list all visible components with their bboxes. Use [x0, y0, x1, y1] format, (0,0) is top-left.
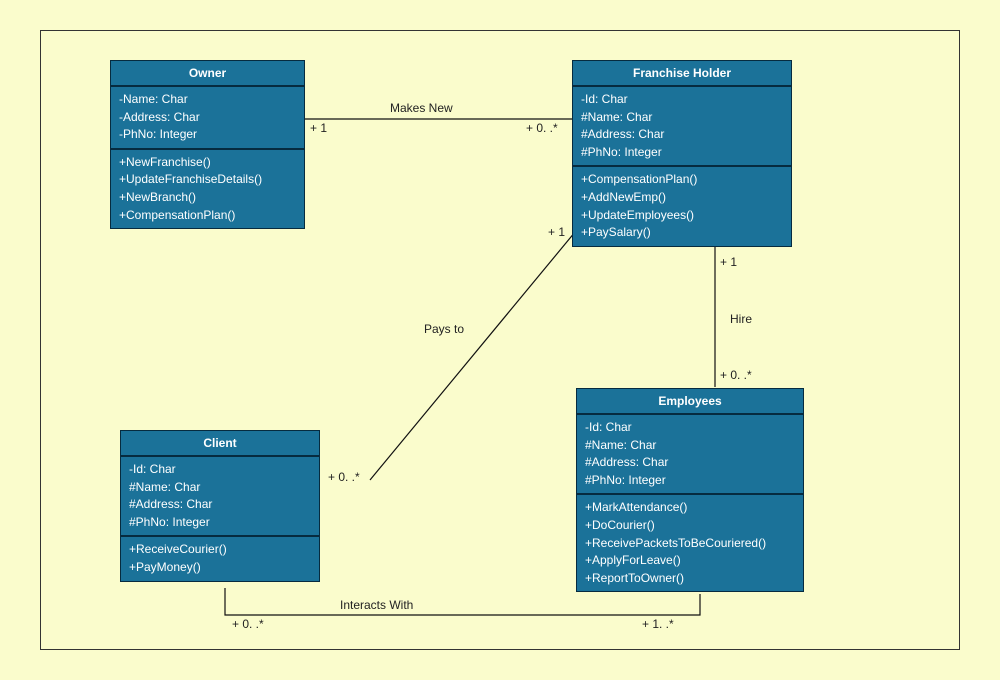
op: +DoCourier() — [585, 517, 795, 535]
attr: #PhNo: Integer — [581, 144, 783, 162]
class-owner-attrs: -Name: Char -Address: Char -PhNo: Intege… — [111, 87, 304, 150]
assoc-pays-to-m2: + 0. .* — [328, 470, 360, 484]
assoc-pays-to-m1: + 1 — [548, 225, 565, 239]
attr: -Id: Char — [581, 91, 783, 109]
assoc-pays-to-label: Pays to — [424, 322, 464, 336]
attr: #PhNo: Integer — [585, 472, 795, 490]
attr: -Id: Char — [585, 419, 795, 437]
class-employees-title: Employees — [577, 389, 803, 415]
class-owner[interactable]: Owner -Name: Char -Address: Char -PhNo: … — [110, 60, 305, 229]
assoc-interacts-m2: + 1. .* — [642, 617, 674, 631]
op: +ReceiveCourier() — [129, 541, 311, 559]
class-employees-attrs: -Id: Char #Name: Char #Address: Char #Ph… — [577, 415, 803, 495]
assoc-makes-new-m2: + 0. .* — [526, 121, 558, 135]
op: +UpdateFranchiseDetails() — [119, 171, 296, 189]
class-client[interactable]: Client -Id: Char #Name: Char #Address: C… — [120, 430, 320, 582]
attr: -Name: Char — [119, 91, 296, 109]
attr: #Name: Char — [129, 479, 311, 497]
attr: #Name: Char — [581, 109, 783, 127]
op: +CompensationPlan() — [581, 171, 783, 189]
op: +ReceivePacketsToBeCouriered() — [585, 535, 795, 553]
op: +ApplyForLeave() — [585, 552, 795, 570]
assoc-hire-m2: + 0. .* — [720, 368, 752, 382]
attr: #Address: Char — [129, 496, 311, 514]
class-franchise-ops: +CompensationPlan() +AddNewEmp() +Update… — [573, 167, 791, 245]
class-employees-ops: +MarkAttendance() +DoCourier() +ReceiveP… — [577, 495, 803, 591]
attr: -Id: Char — [129, 461, 311, 479]
class-franchise-holder[interactable]: Franchise Holder -Id: Char #Name: Char #… — [572, 60, 792, 247]
op: +PaySalary() — [581, 224, 783, 242]
attr: #Address: Char — [581, 126, 783, 144]
class-franchise-title: Franchise Holder — [573, 61, 791, 87]
class-owner-title: Owner — [111, 61, 304, 87]
assoc-interacts-label: Interacts With — [340, 598, 413, 612]
attr: #Name: Char — [585, 437, 795, 455]
assoc-interacts-m1: + 0. .* — [232, 617, 264, 631]
class-owner-ops: +NewFranchise() +UpdateFranchiseDetails(… — [111, 150, 304, 228]
assoc-hire-m1: + 1 — [720, 255, 737, 269]
class-client-title: Client — [121, 431, 319, 457]
op: +MarkAttendance() — [585, 499, 795, 517]
assoc-makes-new-label: Makes New — [390, 101, 453, 115]
op: +CompensationPlan() — [119, 207, 296, 225]
class-client-ops: +ReceiveCourier() +PayMoney() — [121, 537, 319, 580]
class-franchise-attrs: -Id: Char #Name: Char #Address: Char #Ph… — [573, 87, 791, 167]
op: +NewFranchise() — [119, 154, 296, 172]
op: +UpdateEmployees() — [581, 207, 783, 225]
class-employees[interactable]: Employees -Id: Char #Name: Char #Address… — [576, 388, 804, 592]
assoc-makes-new-m1: + 1 — [310, 121, 327, 135]
attr: #Address: Char — [585, 454, 795, 472]
assoc-hire-label: Hire — [730, 312, 752, 326]
op: +ReportToOwner() — [585, 570, 795, 588]
attr: -PhNo: Integer — [119, 126, 296, 144]
op: +NewBranch() — [119, 189, 296, 207]
op: +AddNewEmp() — [581, 189, 783, 207]
attr: -Address: Char — [119, 109, 296, 127]
attr: #PhNo: Integer — [129, 514, 311, 532]
class-client-attrs: -Id: Char #Name: Char #Address: Char #Ph… — [121, 457, 319, 537]
op: +PayMoney() — [129, 559, 311, 577]
